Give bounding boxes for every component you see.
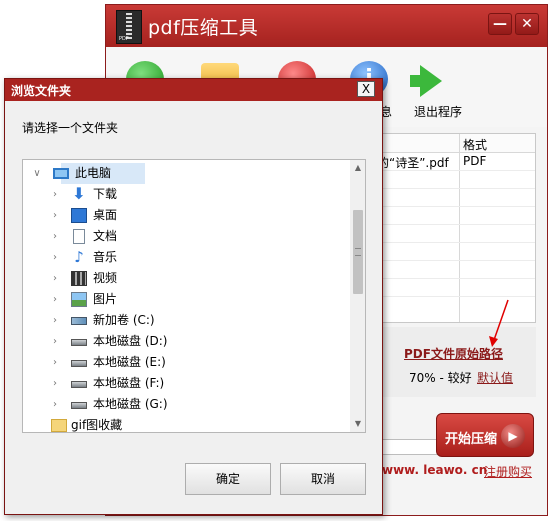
disk-icon <box>71 360 87 367</box>
music-icon: ♪ <box>74 248 84 266</box>
folder-icon <box>51 419 67 432</box>
document-icon <box>73 229 85 244</box>
tree-row-drive-c[interactable]: › 新加卷 (C:) <box>49 310 329 331</box>
disk-icon <box>71 402 87 409</box>
expand-chevron-icon[interactable]: › <box>49 373 61 394</box>
expand-chevron-icon[interactable]: › <box>49 331 61 352</box>
browse-folder-dialog: 浏览文件夹 X 请选择一个文件夹 ∨ 此电脑 › ⬇ 下载 › 桌面 › 文档 … <box>4 78 383 515</box>
tree-scrollbar[interactable]: ▲ ▼ <box>350 160 365 432</box>
network-drive-icon <box>71 317 87 325</box>
expand-chevron-icon[interactable]: › <box>49 184 61 205</box>
computer-icon <box>53 168 69 179</box>
expand-chevron-icon[interactable]: › <box>49 268 61 289</box>
desktop-icon <box>71 208 87 223</box>
folder-tree[interactable]: ∨ 此电脑 › ⬇ 下载 › 桌面 › 文档 › ♪ 音乐 › 视频 › 图片 … <box>22 159 366 433</box>
tree-label: 图片 <box>93 292 118 306</box>
disk-icon <box>71 381 87 388</box>
tree-label: 文档 <box>93 229 118 243</box>
tree-row-documents[interactable]: › 文档 <box>49 226 329 247</box>
tree-row-videos[interactable]: › 视频 <box>49 268 329 289</box>
scroll-down-icon[interactable]: ▼ <box>350 416 365 432</box>
tree-row-drive-e[interactable]: › 本地磁盘 (E:) <box>49 352 329 373</box>
expand-chevron-icon[interactable]: › <box>49 394 61 415</box>
tree-label: 视频 <box>93 271 118 285</box>
annotation-arrow-head <box>489 336 498 347</box>
cancel-button[interactable]: 取消 <box>280 463 366 495</box>
tree-row-drive-d[interactable]: › 本地磁盘 (D:) <box>49 331 329 352</box>
tree-row-desktop[interactable]: › 桌面 <box>49 205 329 226</box>
tree-row-drive-f[interactable]: › 本地磁盘 (F:) <box>49 373 329 394</box>
picture-icon <box>71 292 87 307</box>
tree-label: 本地磁盘 (D:) <box>93 334 168 348</box>
expand-chevron-icon[interactable]: › <box>49 352 61 373</box>
video-icon <box>71 271 87 286</box>
grip-icon <box>355 248 361 256</box>
scroll-up-icon[interactable]: ▲ <box>350 160 365 176</box>
dialog-close-button[interactable]: X <box>357 81 375 97</box>
tree-label: 本地磁盘 (F:) <box>93 376 165 390</box>
dialog-title: 浏览文件夹 <box>11 84 72 98</box>
tree-row-music[interactable]: › ♪ 音乐 <box>49 247 329 268</box>
expand-chevron-icon[interactable]: › <box>49 247 61 268</box>
tree-row-gif-folder[interactable]: gif图收藏 <box>49 415 329 432</box>
annotation-arrow-line <box>493 299 509 341</box>
tree-label: 音乐 <box>93 250 118 264</box>
tree-label: 本地磁盘 (E:) <box>93 355 166 369</box>
collapse-chevron-icon[interactable]: ∨ <box>31 163 43 184</box>
tree-label: 下载 <box>93 187 118 201</box>
download-icon: ⬇ <box>72 184 86 203</box>
tree-row-pictures[interactable]: › 图片 <box>49 289 329 310</box>
expand-chevron-icon[interactable]: › <box>49 226 61 247</box>
expand-chevron-icon[interactable]: › <box>49 310 61 331</box>
disk-icon <box>71 339 87 346</box>
tree-row-drive-g[interactable]: › 本地磁盘 (G:) <box>49 394 329 415</box>
tree-label: gif图收藏 <box>71 418 123 432</box>
tree-row-this-pc[interactable]: ∨ 此电脑 <box>31 163 331 184</box>
tree-label: 本地磁盘 (G:) <box>93 397 168 411</box>
expand-chevron-icon[interactable]: › <box>49 289 61 310</box>
dialog-prompt: 请选择一个文件夹 <box>22 121 119 135</box>
ok-button[interactable]: 确定 <box>185 463 271 495</box>
tree-label: 新加卷 (C:) <box>93 313 155 327</box>
tree-row-downloads[interactable]: › ⬇ 下载 <box>49 184 329 205</box>
expand-chevron-icon[interactable]: › <box>49 205 61 226</box>
tree-label: 桌面 <box>93 208 118 222</box>
tree-label: 此电脑 <box>75 166 112 180</box>
dialog-titlebar[interactable]: 浏览文件夹 X <box>5 79 382 101</box>
scrollbar-thumb[interactable] <box>353 210 363 294</box>
